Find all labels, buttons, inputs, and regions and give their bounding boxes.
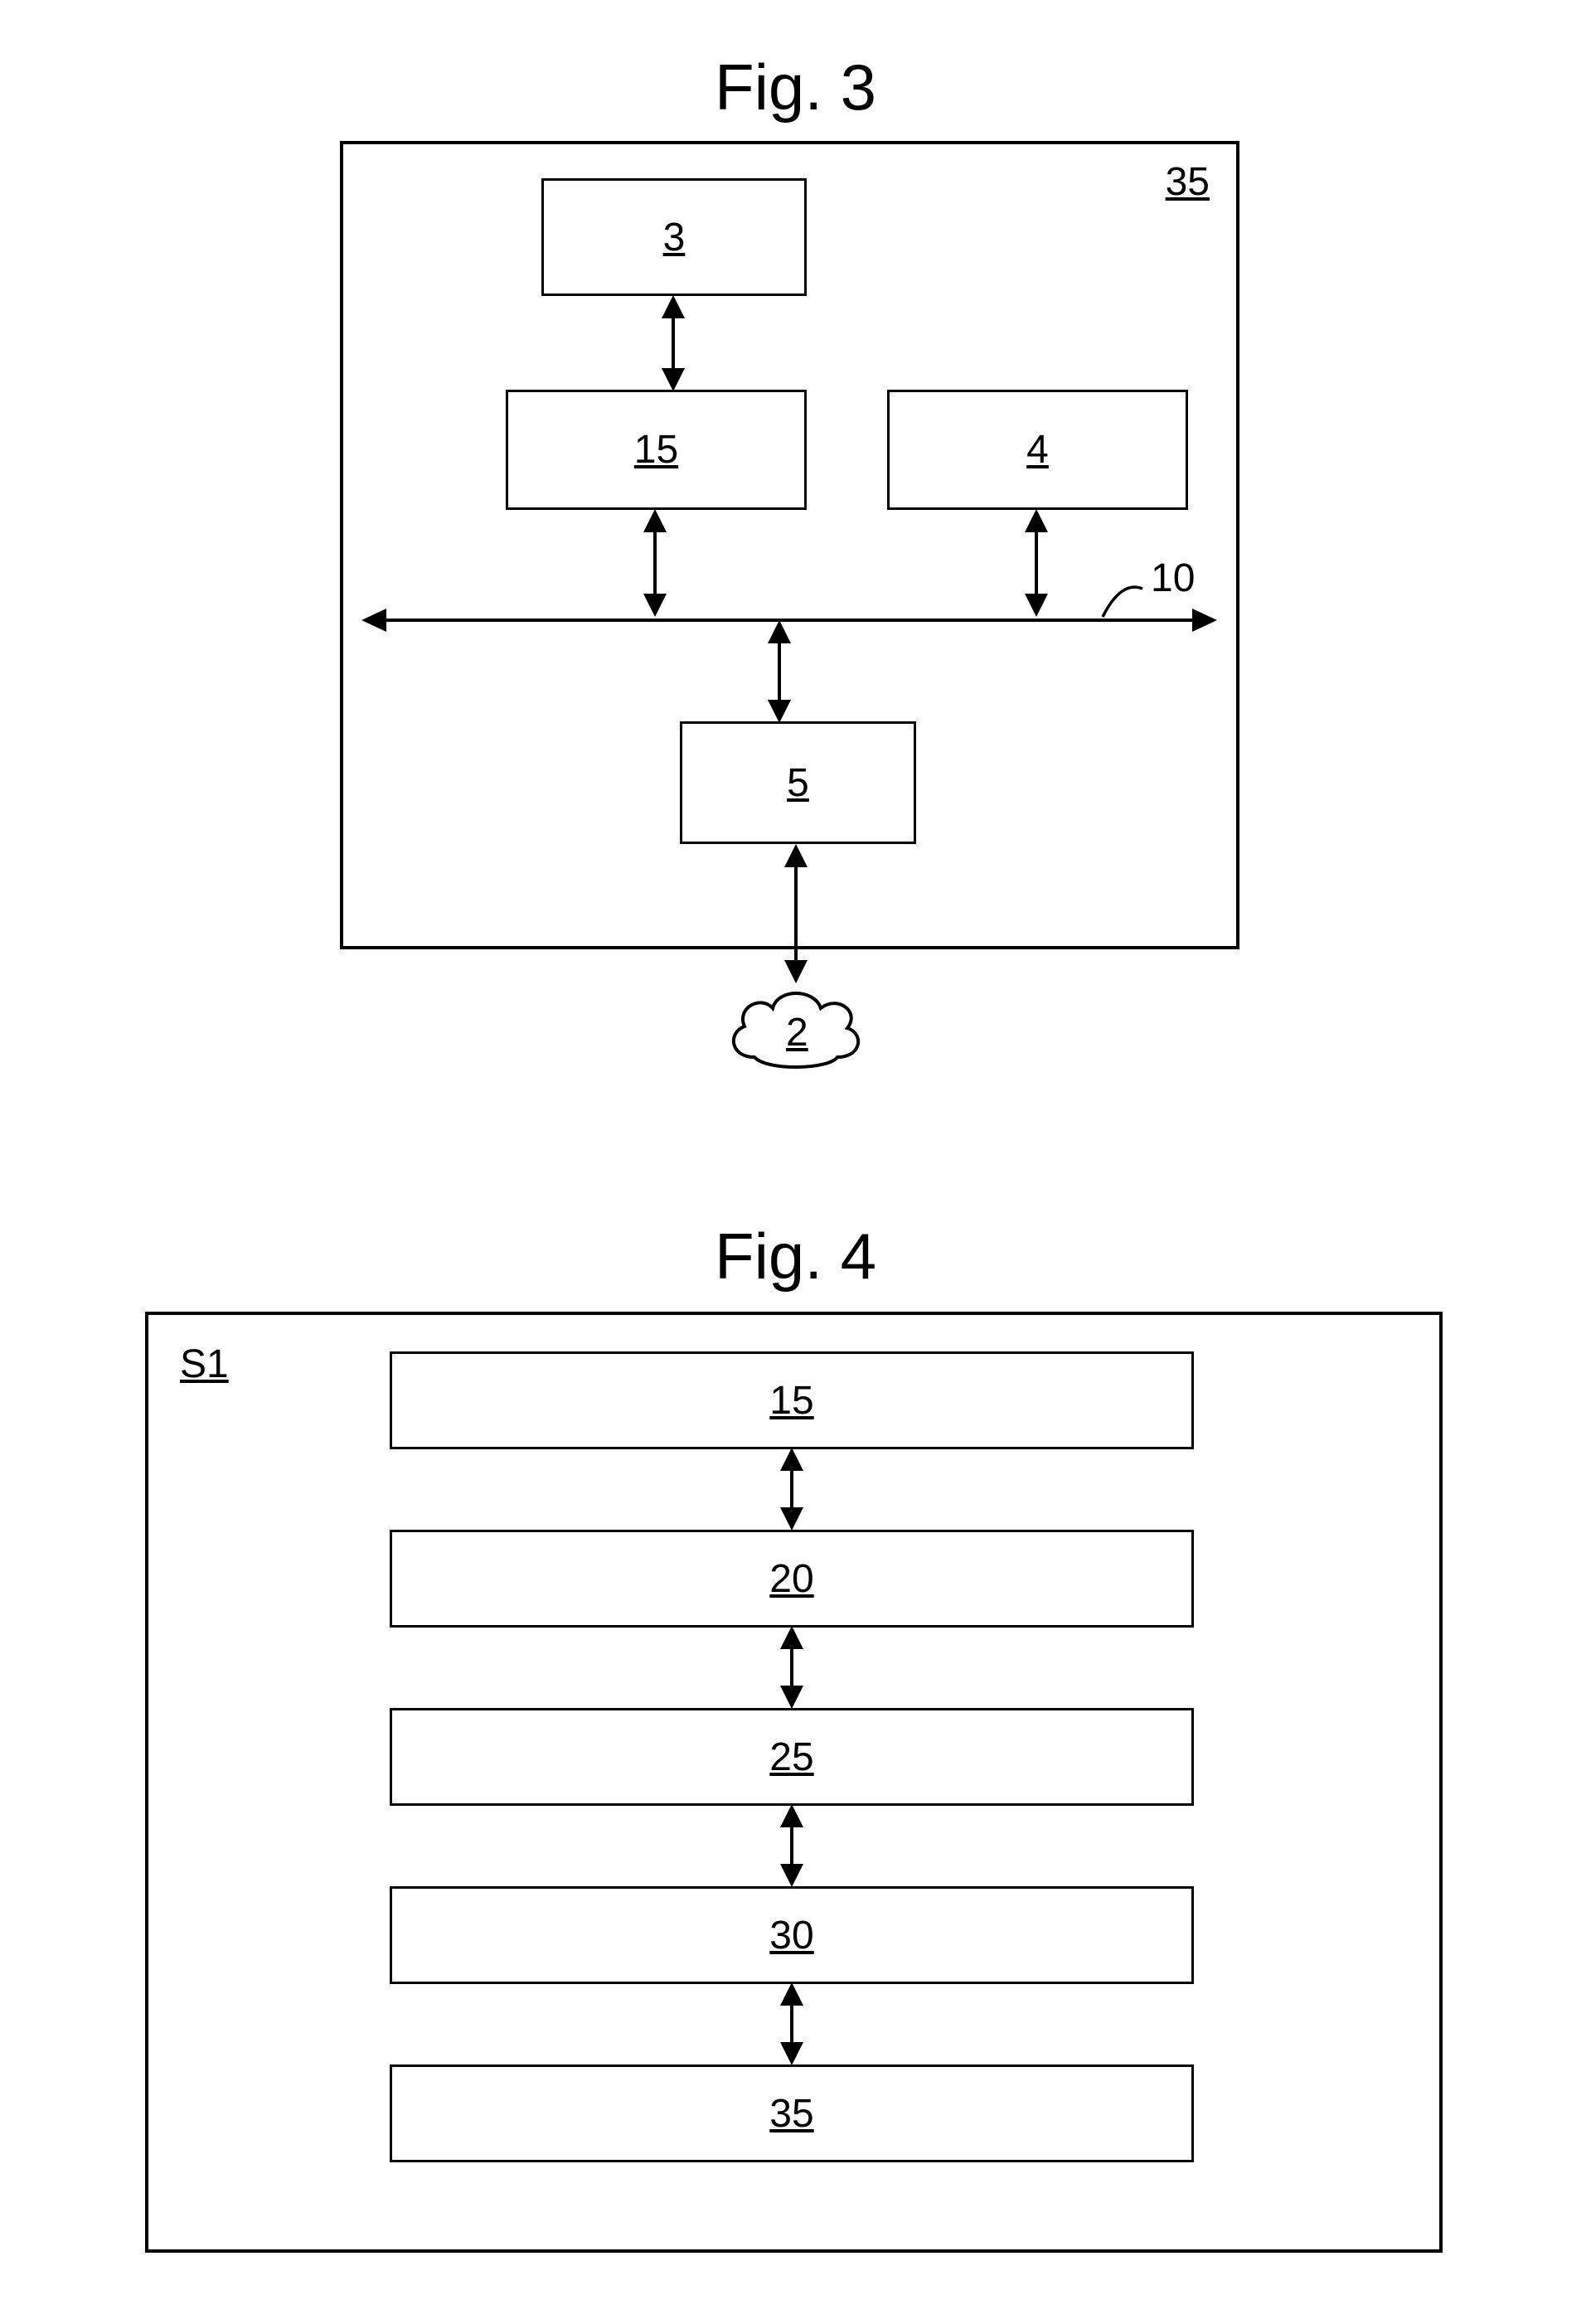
fig4-box-35: 35: [390, 2064, 1194, 2162]
fig4-arrow-30-35: [0, 0, 1591, 2324]
fig4-box-35-label: 35: [769, 2091, 813, 2137]
